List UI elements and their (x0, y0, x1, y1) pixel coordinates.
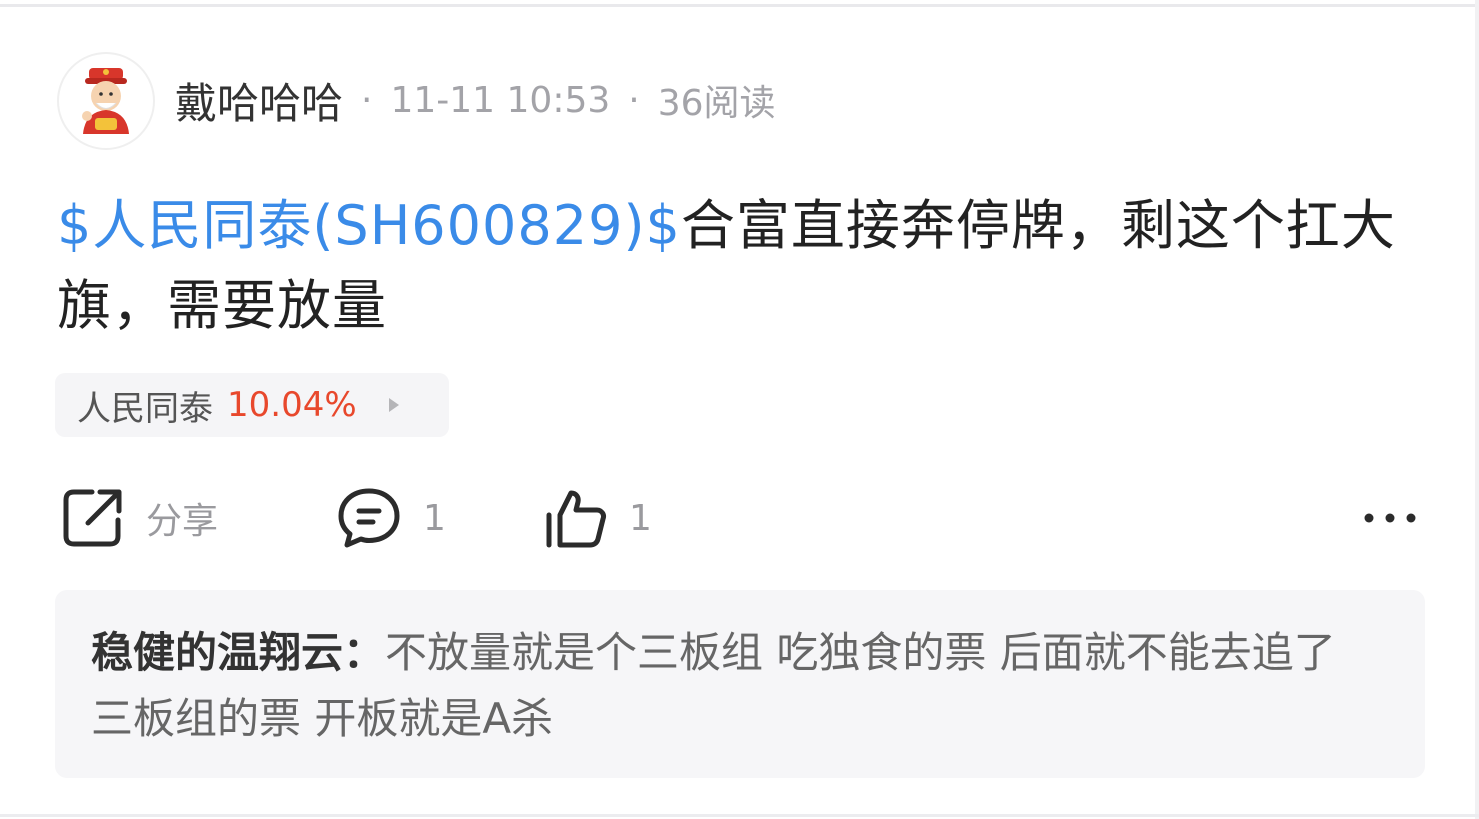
more-button[interactable] (1364, 486, 1416, 550)
more-dots-icon (1364, 508, 1416, 528)
comment-count: 1 (423, 497, 446, 539)
comment-button[interactable]: 1 (337, 486, 446, 550)
like-button[interactable]: 1 (545, 486, 652, 550)
post-body: $人民同泰(SH600829)$合富直接奔停牌，剩这个扛大旗，需要放量 (57, 186, 1417, 346)
stock-chip[interactable]: 人民同泰 10.04% (55, 373, 449, 437)
post-card: 戴哈哈哈 · 11-11 10:53 · 36阅读 $人民同泰(SH600829… (0, 0, 1479, 819)
share-button[interactable]: 分享 (62, 486, 218, 550)
meta-separator: · (361, 79, 373, 121)
post-header: 戴哈哈哈 · 11-11 10:53 · 36阅读 (175, 70, 776, 130)
like-count: 1 (629, 497, 652, 539)
author-name[interactable]: 戴哈哈哈 (175, 70, 343, 131)
meta-separator: · (628, 79, 640, 121)
bottom-divider (0, 814, 1479, 817)
share-label: 分享 (146, 501, 219, 542)
read-count: 36阅读 (657, 83, 776, 124)
comment-preview[interactable]: 稳健的温翔云：不放量就是个三板组 吃独食的票 后面就不能去追了 三板组的票 开板… (55, 590, 1425, 778)
thumbs-up-icon (545, 487, 607, 549)
post-date: 11-11 10:53 (390, 79, 611, 121)
stock-mention-link[interactable]: $人民同泰(SH600829)$ (57, 194, 681, 257)
comment-author[interactable]: 稳健的温翔云： (91, 628, 385, 677)
author-avatar[interactable] (57, 52, 155, 150)
top-divider (0, 4, 1479, 7)
comment-bubble-icon (337, 486, 401, 550)
comment-content: 稳健的温翔云：不放量就是个三板组 吃独食的票 后面就不能去追了 三板组的票 开板… (91, 620, 1389, 752)
right-edge (1475, 0, 1479, 819)
god-of-wealth-avatar-icon (82, 68, 129, 134)
stock-chip-change: 10.04% (227, 385, 357, 425)
share-icon (62, 487, 124, 549)
stock-chip-name: 人民同泰 (77, 388, 213, 429)
caret-right-icon (388, 398, 399, 412)
